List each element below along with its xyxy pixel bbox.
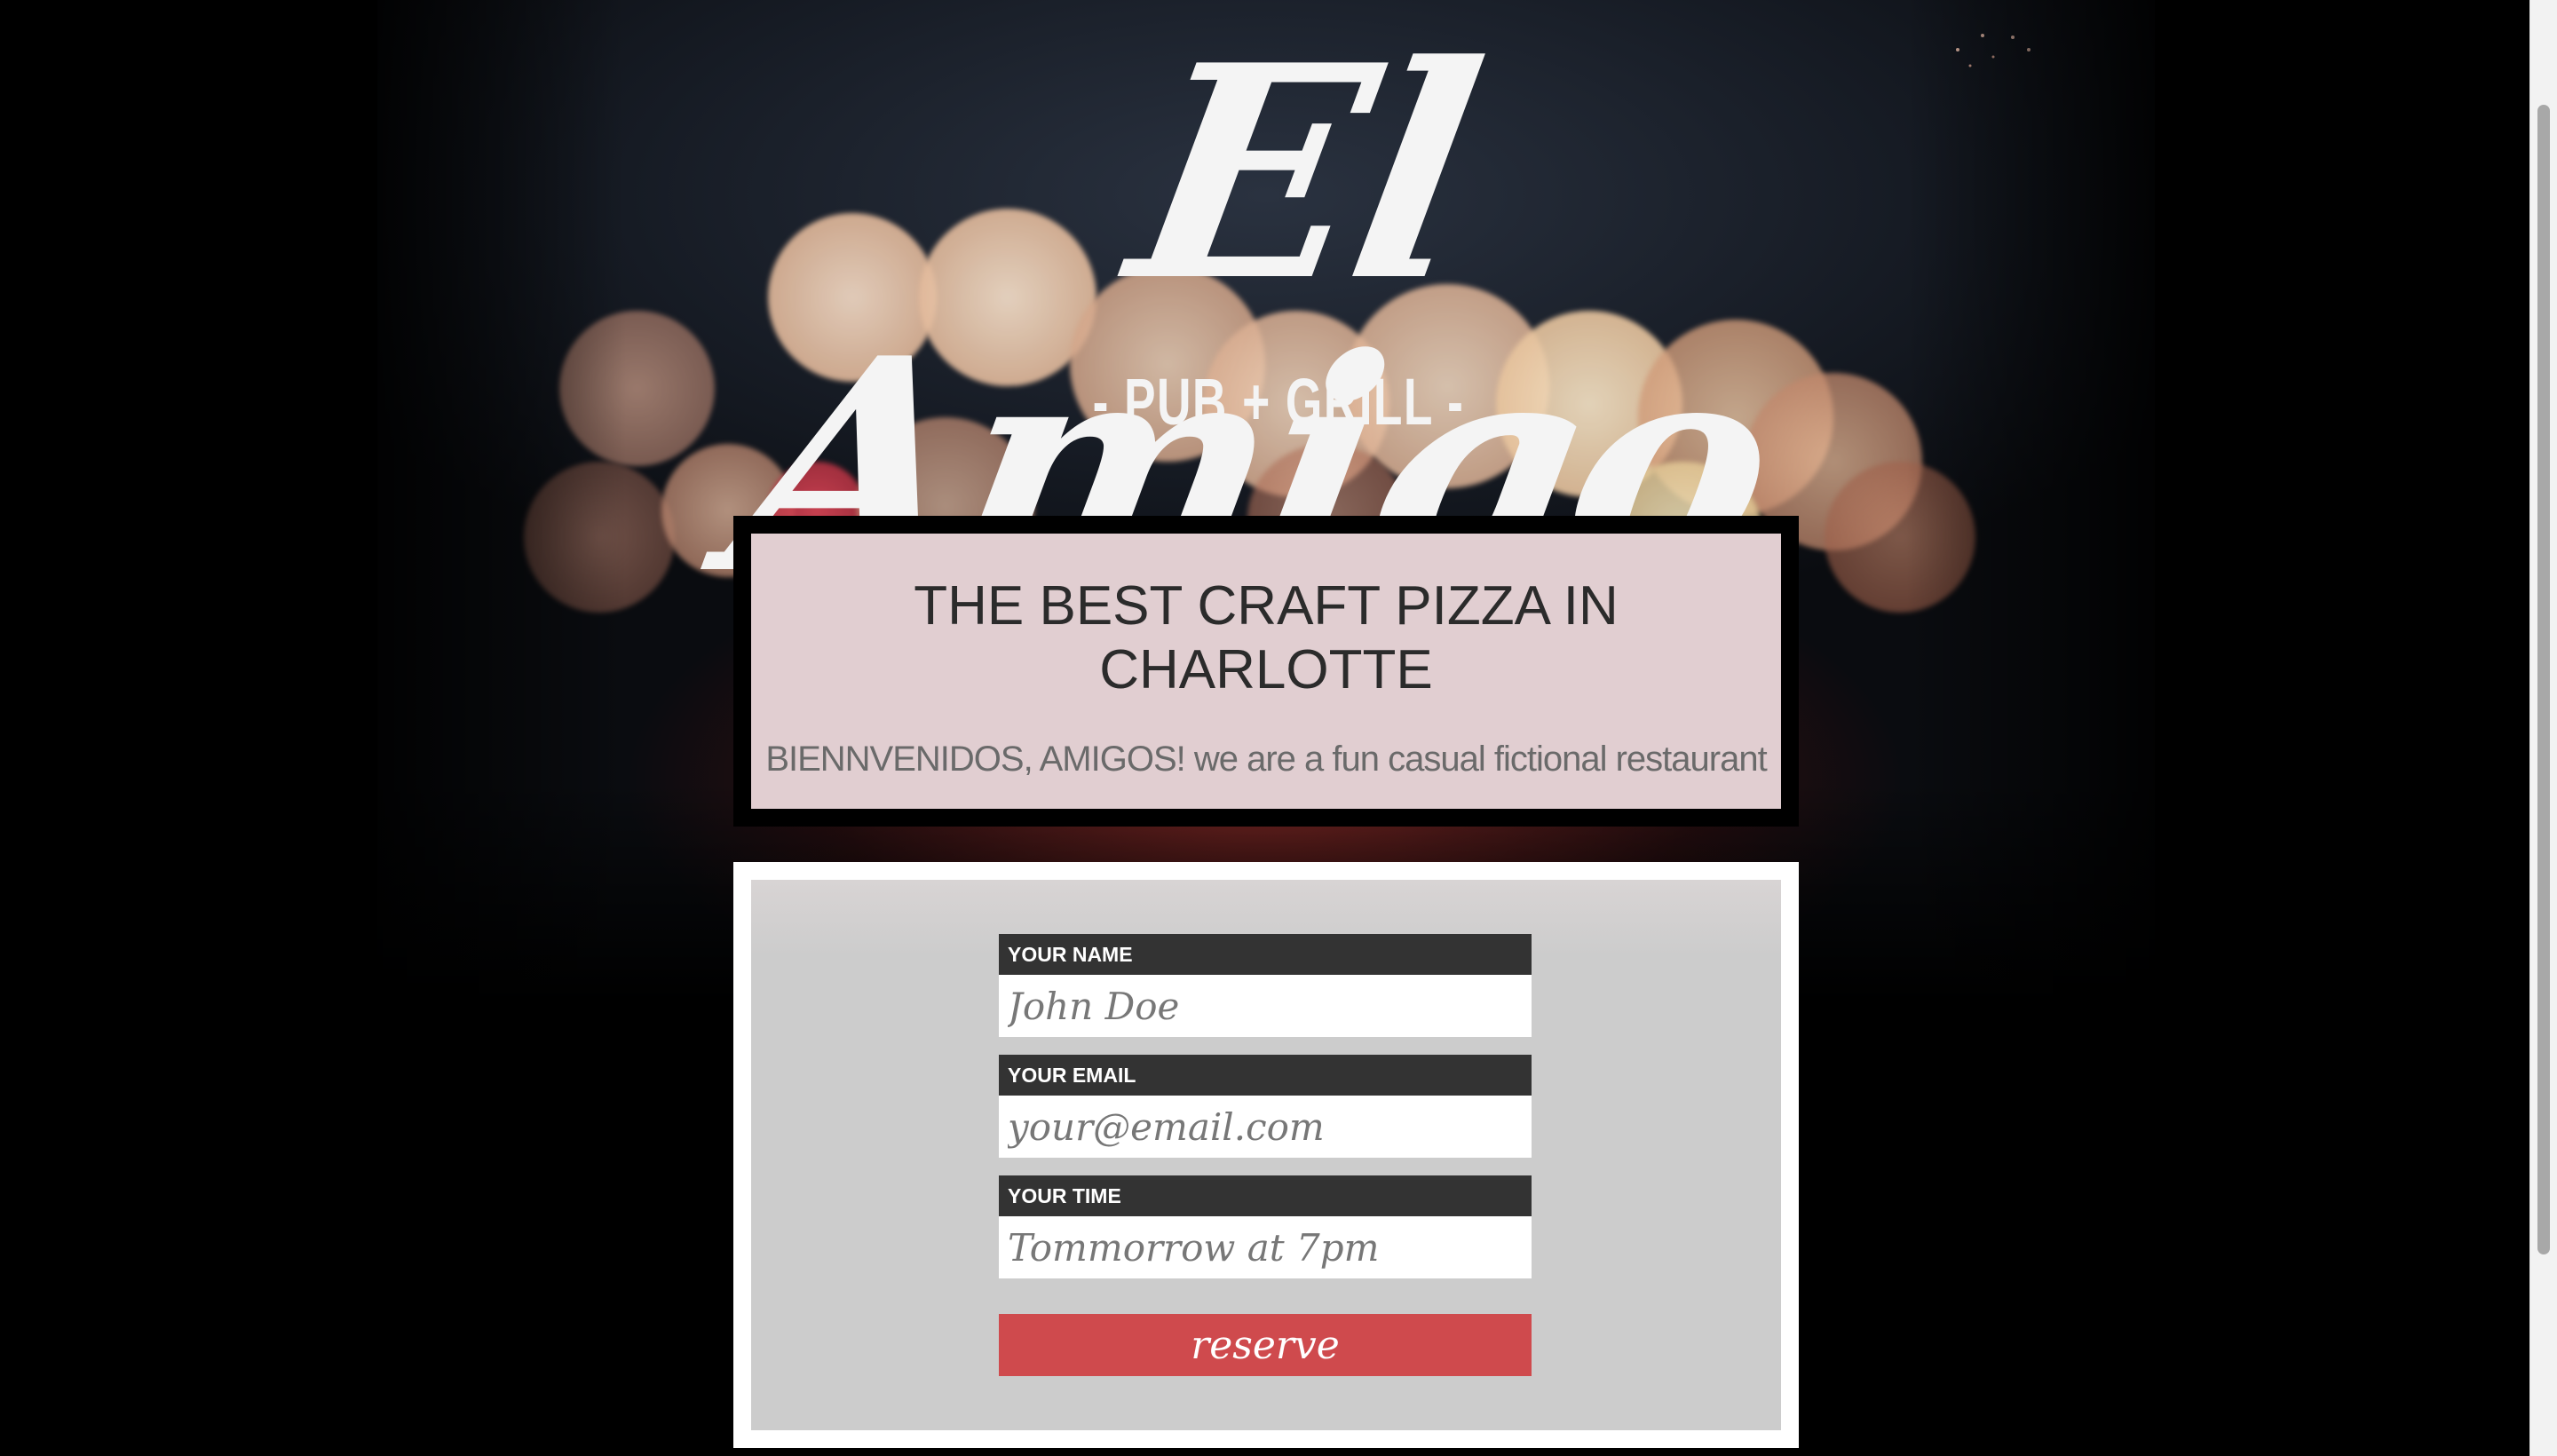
name-input[interactable]: [999, 975, 1532, 1037]
welcome-panel: THE BEST CRAFT PIZZA IN CHARLOTTE BIENNV…: [751, 534, 1781, 809]
name-label: YOUR NAME: [999, 934, 1532, 975]
logo: El Amigo - PUB + GRILL -: [711, 1, 1794, 638]
email-field-group: YOUR EMAIL: [999, 1055, 1532, 1158]
reserve-button[interactable]: reserve: [999, 1314, 1532, 1376]
page: El Amigo - PUB + GRILL - THE BEST CRAFT …: [0, 0, 2557, 1456]
reservation-form: YOUR NAME YOUR EMAIL YOUR TIME reserve: [751, 880, 1781, 1430]
name-field-group: YOUR NAME: [999, 934, 1532, 1037]
time-input[interactable]: [999, 1216, 1532, 1278]
welcome-title: THE BEST CRAFT PIZZA IN CHARLOTTE: [914, 575, 1619, 700]
scrollbar-thumb[interactable]: [2537, 105, 2550, 1254]
scrollbar[interactable]: [2529, 0, 2557, 1456]
email-input[interactable]: [999, 1096, 1532, 1158]
welcome-box: THE BEST CRAFT PIZZA IN CHARLOTTE BIENNV…: [733, 516, 1799, 827]
email-label: YOUR EMAIL: [999, 1055, 1532, 1096]
time-label: YOUR TIME: [999, 1175, 1532, 1216]
welcome-subtitle: BIENNVENIDOS, AMIGOS! we are a fun casua…: [765, 740, 1767, 779]
logo-tagline: - PUB + GRILL -: [1092, 365, 1465, 439]
reservation-form-box: YOUR NAME YOUR EMAIL YOUR TIME reserve: [733, 862, 1799, 1448]
time-field-group: YOUR TIME: [999, 1175, 1532, 1278]
